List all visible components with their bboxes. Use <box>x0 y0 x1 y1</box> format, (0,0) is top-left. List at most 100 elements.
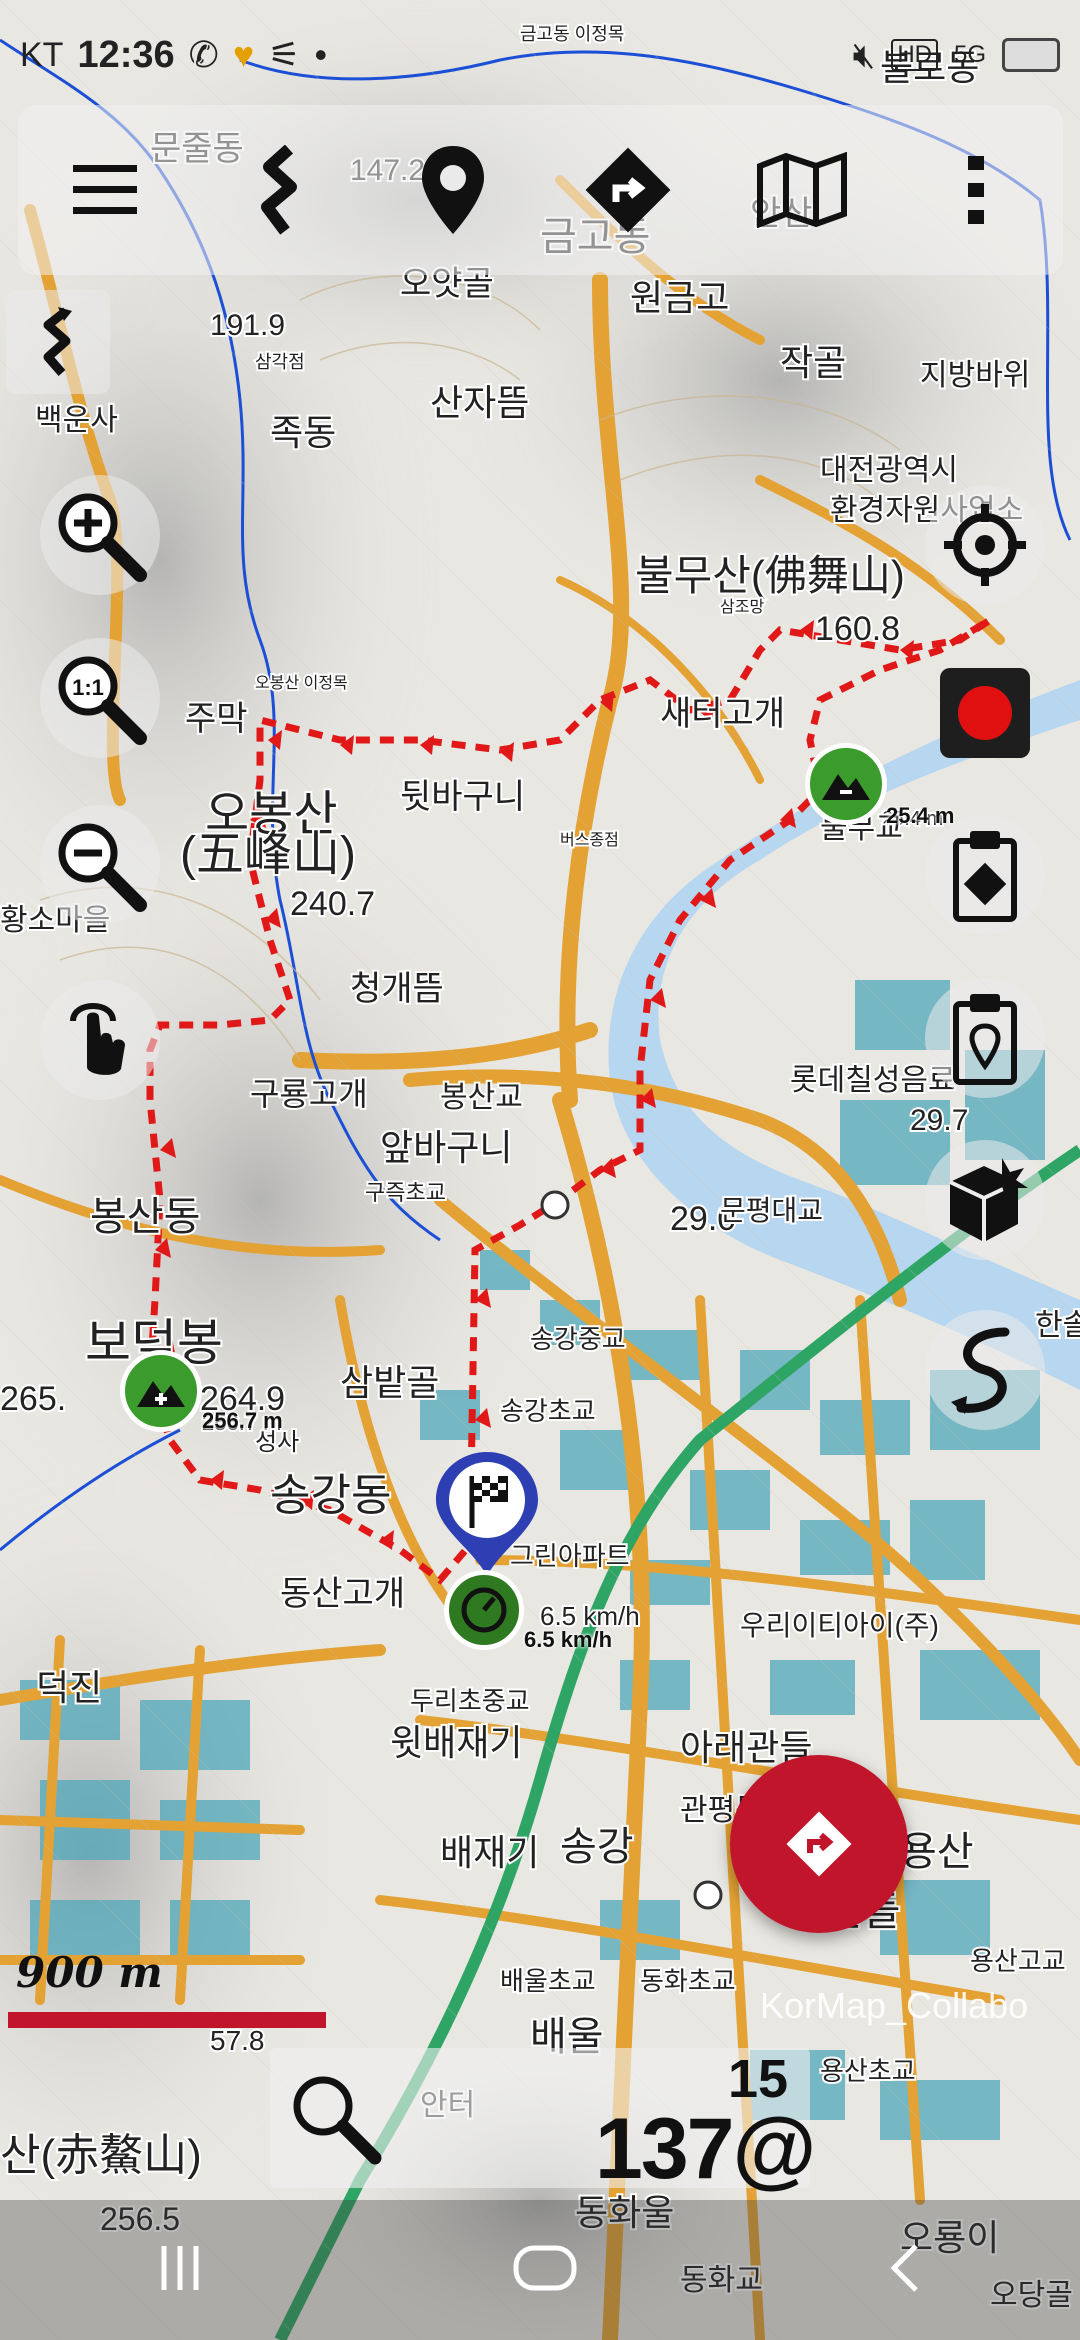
map-label: 롯데칠성음료 <box>790 1064 956 1097</box>
map-label: 대전광역시 <box>820 454 958 487</box>
map-label: 원금고 <box>630 277 729 318</box>
map-label: 용산고교 <box>970 1946 1066 1976</box>
summit-elevation-right: 25.4 m <box>886 803 955 828</box>
clock: 12:36 <box>77 33 175 76</box>
copyright-label: KorMap_Collabo <box>760 1985 1029 2026</box>
status-bar: KT 12:36 ✆ ♥ ⚟ • 🔇︎ HD 5G <box>0 0 1080 110</box>
map-label: 윗배재기 <box>390 1722 522 1763</box>
mountain-icon <box>822 774 870 800</box>
map-label: 문평대교 <box>720 1195 823 1226</box>
scale-bar <box>8 2012 326 2028</box>
map-label: 주막 <box>185 700 248 738</box>
record-button[interactable] <box>940 668 1030 758</box>
package-button[interactable] <box>925 1140 1045 1260</box>
map-label: 265. <box>0 1380 66 1418</box>
svg-text:1:1: 1:1 <box>72 675 104 700</box>
summit-marker-right[interactable] <box>805 743 887 825</box>
map-label: 산(赤鰲山) <box>0 2131 202 2180</box>
heart-icon: ♥ <box>232 34 255 75</box>
back-icon[interactable] <box>880 2238 930 2302</box>
map-label: 우리이티아이(주) <box>740 1610 939 1641</box>
map-label: 29.7 <box>910 1104 968 1137</box>
map-label: 족동 <box>270 412 336 453</box>
trace-icon <box>951 1327 1010 1414</box>
clipboard-route-button[interactable] <box>925 815 1045 935</box>
hd-icon: HD <box>891 39 938 71</box>
summit-elevation-left: 256.7 m <box>202 1408 283 1433</box>
map-label: 구룡고개 <box>250 1076 368 1112</box>
map-label: 새터고개 <box>660 695 785 733</box>
summit-marker-left[interactable] <box>120 1350 202 1432</box>
map-label: 청개뜸 <box>350 970 444 1008</box>
map-label: 불무산(佛舞山) <box>635 552 905 599</box>
zoom-reset-icon: 1:1 <box>58 656 147 745</box>
directions-icon[interactable] <box>558 120 698 260</box>
map-label: 160.8 <box>815 610 900 648</box>
more-icon[interactable] <box>906 120 1046 260</box>
dot-icon: • <box>314 34 328 75</box>
signal-icon: ⚟ <box>268 34 301 75</box>
home-icon[interactable] <box>510 2238 580 2302</box>
route-icon[interactable] <box>209 120 349 260</box>
finish-flag-marker[interactable] <box>432 1448 542 1578</box>
zoom-out-button[interactable] <box>40 805 160 925</box>
clipboard-route-icon <box>953 831 1017 922</box>
map-label: 동화초교 <box>640 1966 736 1996</box>
map-label: 구즉초교 <box>365 1180 446 1205</box>
bottom-info-panel: 137@ 15 <box>270 2048 816 2197</box>
map-label: 송강 <box>560 1825 634 1869</box>
target-icon <box>944 504 1026 586</box>
map-label: 191.9 <box>210 309 285 342</box>
search-icon <box>293 2076 382 2165</box>
package-icon <box>949 1158 1028 1242</box>
map-label: 57.8 <box>210 2025 265 2056</box>
map-label: 덕진 <box>36 1667 102 1708</box>
map-label: 오봉산 이정목 <box>255 674 348 692</box>
waypoint-dot <box>540 1190 570 1220</box>
distance-value: 137@ <box>595 2101 816 2197</box>
map-label: 용산초교 <box>820 2056 916 2086</box>
map-label: 삼밭골 <box>340 1362 439 1403</box>
directions-icon <box>786 1811 852 1877</box>
touch-icon <box>70 1003 125 1075</box>
target-button[interactable] <box>925 485 1045 605</box>
touch-button[interactable] <box>40 980 160 1100</box>
menu-icon[interactable] <box>35 120 175 260</box>
map-label: 앞바구니 <box>380 1127 512 1168</box>
map-label: 송강중교 <box>530 1324 626 1354</box>
map-label: 삼각점 <box>255 352 305 372</box>
trace-button[interactable] <box>925 1310 1045 1430</box>
system-nav-bar <box>0 2200 1080 2340</box>
search-button[interactable] <box>270 2048 400 2188</box>
zoom-in-icon <box>58 493 147 582</box>
location-pin-icon[interactable] <box>383 120 523 260</box>
route-small-button[interactable] <box>6 290 110 394</box>
scale-label: 900 m <box>16 1948 163 1997</box>
map-label: 산자뜸 <box>430 382 529 423</box>
carrier-label: KT <box>20 35 64 74</box>
route-small-icon <box>43 307 72 376</box>
zoom-out-icon <box>58 823 147 912</box>
waypoint-dot <box>693 1880 723 1910</box>
map-label: (五峰山) <box>180 828 356 881</box>
network-badge: 5G <box>953 41 986 68</box>
mountain-icon <box>137 1381 185 1407</box>
map-label: 작골 <box>780 342 846 383</box>
map-label: 봉산동 <box>90 1195 200 1239</box>
map-icon[interactable] <box>732 120 872 260</box>
speed-marker[interactable] <box>444 1570 524 1650</box>
clipboard-pin-icon <box>953 994 1017 1085</box>
map-label: 용산 <box>900 1830 974 1874</box>
navigate-button[interactable] <box>730 1755 908 1933</box>
zoom-in-button[interactable] <box>40 475 160 595</box>
map-label: 버스종점 <box>560 831 619 849</box>
map-label: 지방바위 <box>920 359 1030 392</box>
checkered-flag-icon <box>436 1452 538 1576</box>
map-label: 동산고개 <box>280 1575 405 1613</box>
map-label: 송강초교 <box>500 1396 596 1426</box>
mute-icon: 🔇︎ <box>852 33 876 75</box>
zoom-reset-button[interactable]: 1:1 <box>40 638 160 758</box>
clipboard-pin-button[interactable] <box>925 978 1045 1098</box>
distance-superscript: 15 <box>728 2049 789 2109</box>
recents-icon[interactable] <box>150 2238 210 2302</box>
